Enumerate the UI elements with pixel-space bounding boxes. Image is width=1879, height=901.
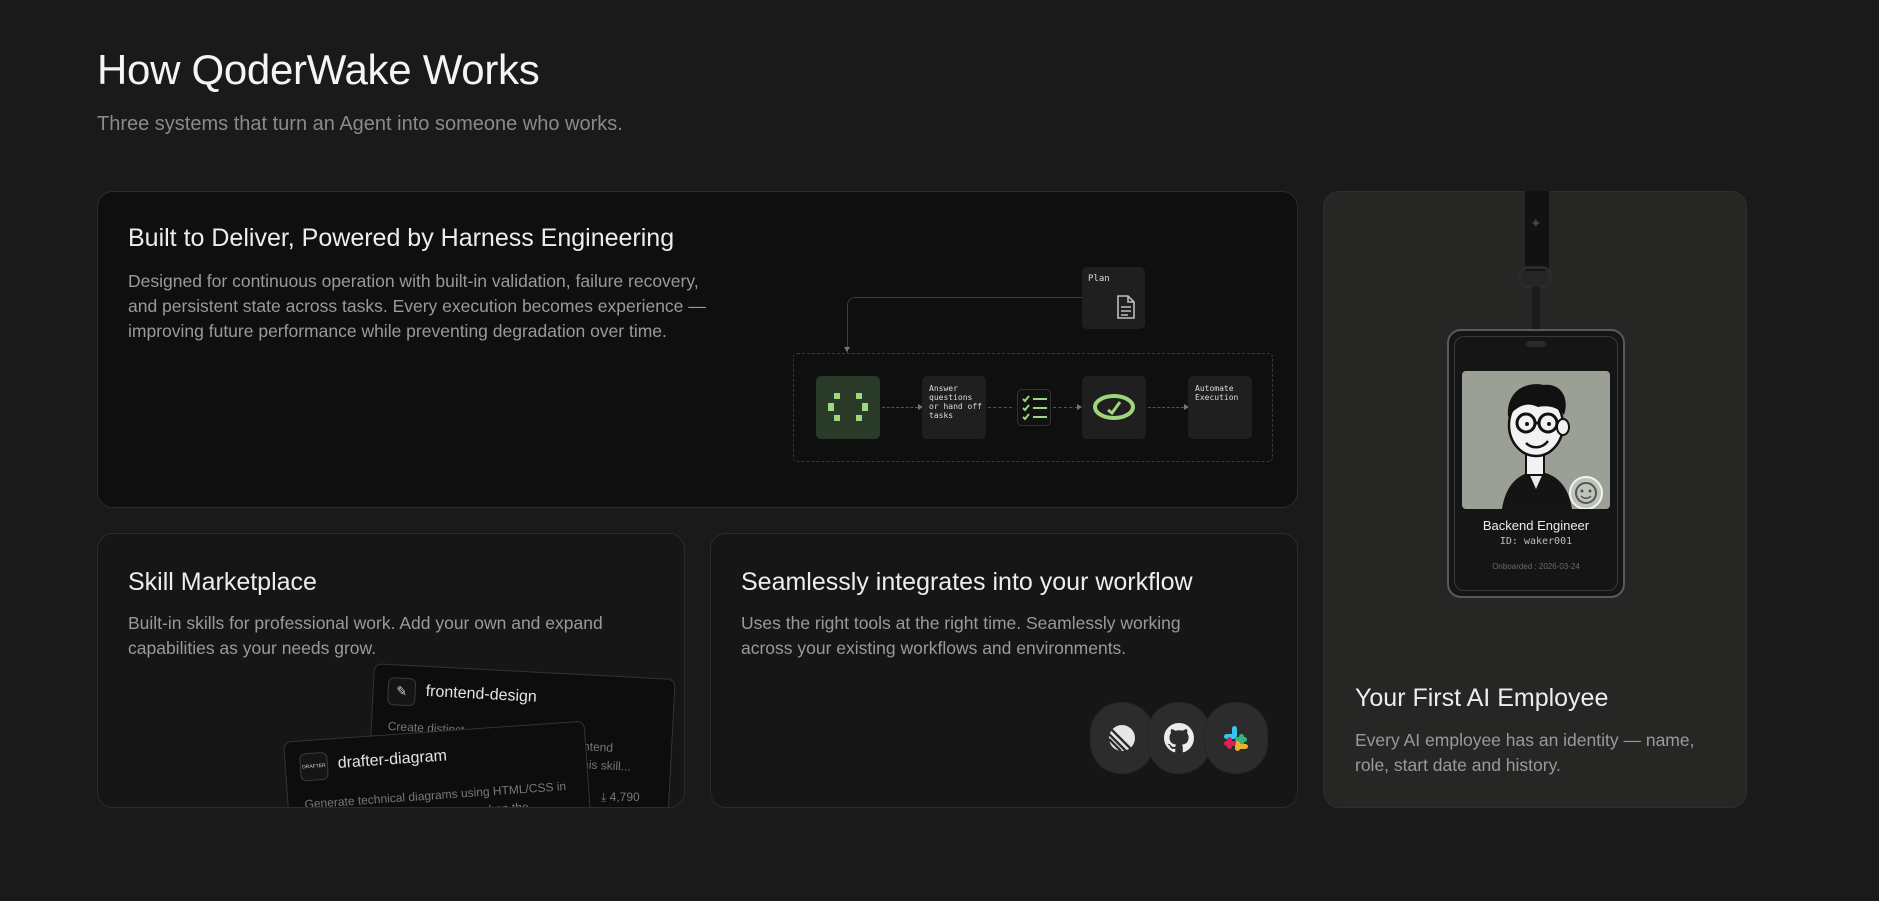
design-tools-icon: ✎: [386, 676, 417, 707]
automate-node-label: Automate Execution: [1195, 384, 1239, 402]
badge-onboarded-date: Onboarded : 2026-03-24: [1492, 562, 1580, 571]
connector-line: [988, 407, 1012, 408]
skill-card-drafter-diagram[interactable]: DRAFTER drafter-diagram Generate technic…: [283, 720, 595, 808]
skill-marketplace-card: Skill Marketplace Built-in skills for pr…: [97, 533, 685, 808]
connector-line: [1148, 407, 1184, 408]
skill-summary: Generate technical diagrams using HTML/C…: [304, 779, 567, 808]
skill-title: Skill Marketplace: [128, 568, 317, 596]
skill-summary-overflow: ntend his skill...: [581, 739, 632, 774]
answer-node-label: Answer questions or hand off tasks: [929, 384, 982, 420]
agent-core-node: [816, 376, 880, 439]
badge-role: Backend Engineer: [1482, 518, 1590, 533]
badge-id: ID: waker001: [1499, 536, 1573, 547]
integrations-card: Seamlessly integrates into your workflow…: [710, 533, 1298, 808]
checklist-node: [1017, 389, 1051, 426]
automate-node: Automate Execution: [1188, 376, 1252, 439]
harness-description: Designed for continuous operation with b…: [128, 271, 706, 341]
plan-node: Plan: [1082, 267, 1145, 329]
harness-title: Built to Deliver, Powered by Harness Eng…: [128, 224, 675, 252]
plan-feedback-line: [847, 297, 1083, 354]
drafter-logo-icon: DRAFTER: [299, 751, 329, 782]
lanyard-clip-ring: [1518, 266, 1552, 288]
employee-title: Your First AI Employee: [1355, 684, 1609, 712]
connector-line: [882, 407, 918, 408]
badge-slot: [1526, 341, 1546, 347]
eye-check-icon: [1093, 394, 1135, 420]
page-title: How QoderWake Works: [97, 46, 540, 93]
plan-node-label: Plan: [1088, 274, 1110, 284]
code-braces-icon: [828, 393, 868, 421]
integrations-title: Seamlessly integrates into your workflow: [741, 568, 1193, 596]
employee-description: Every AI employee has an identity — name…: [1355, 730, 1695, 775]
integrations-description: Uses the right tools at the right time. …: [741, 613, 1181, 658]
validation-node: [1082, 376, 1146, 439]
document-icon: [1117, 295, 1135, 319]
feedback-arrow-icon: [844, 347, 850, 352]
page-subtitle: Three systems that turn an Agent into so…: [97, 113, 623, 135]
skill-description: Built-in skills for professional work. A…: [128, 613, 603, 658]
lanyard-strap: ✦: [1525, 191, 1549, 271]
slack-icon[interactable]: [1205, 703, 1267, 773]
employee-avatar: [1462, 371, 1610, 509]
skill-name: drafter-diagram: [337, 747, 448, 772]
download-count: ⤓ 4,790: [601, 790, 640, 804]
answer-node: Answer questions or hand off tasks: [922, 376, 986, 439]
linear-icon[interactable]: [1091, 703, 1153, 773]
connector-line: [1053, 407, 1078, 408]
sparkle-icon: ✦: [1530, 215, 1542, 231]
github-icon[interactable]: [1148, 703, 1210, 773]
skill-name: frontend-design: [425, 682, 538, 706]
checklist-icon: [1022, 395, 1047, 421]
download-icon: ⤓: [601, 790, 607, 804]
